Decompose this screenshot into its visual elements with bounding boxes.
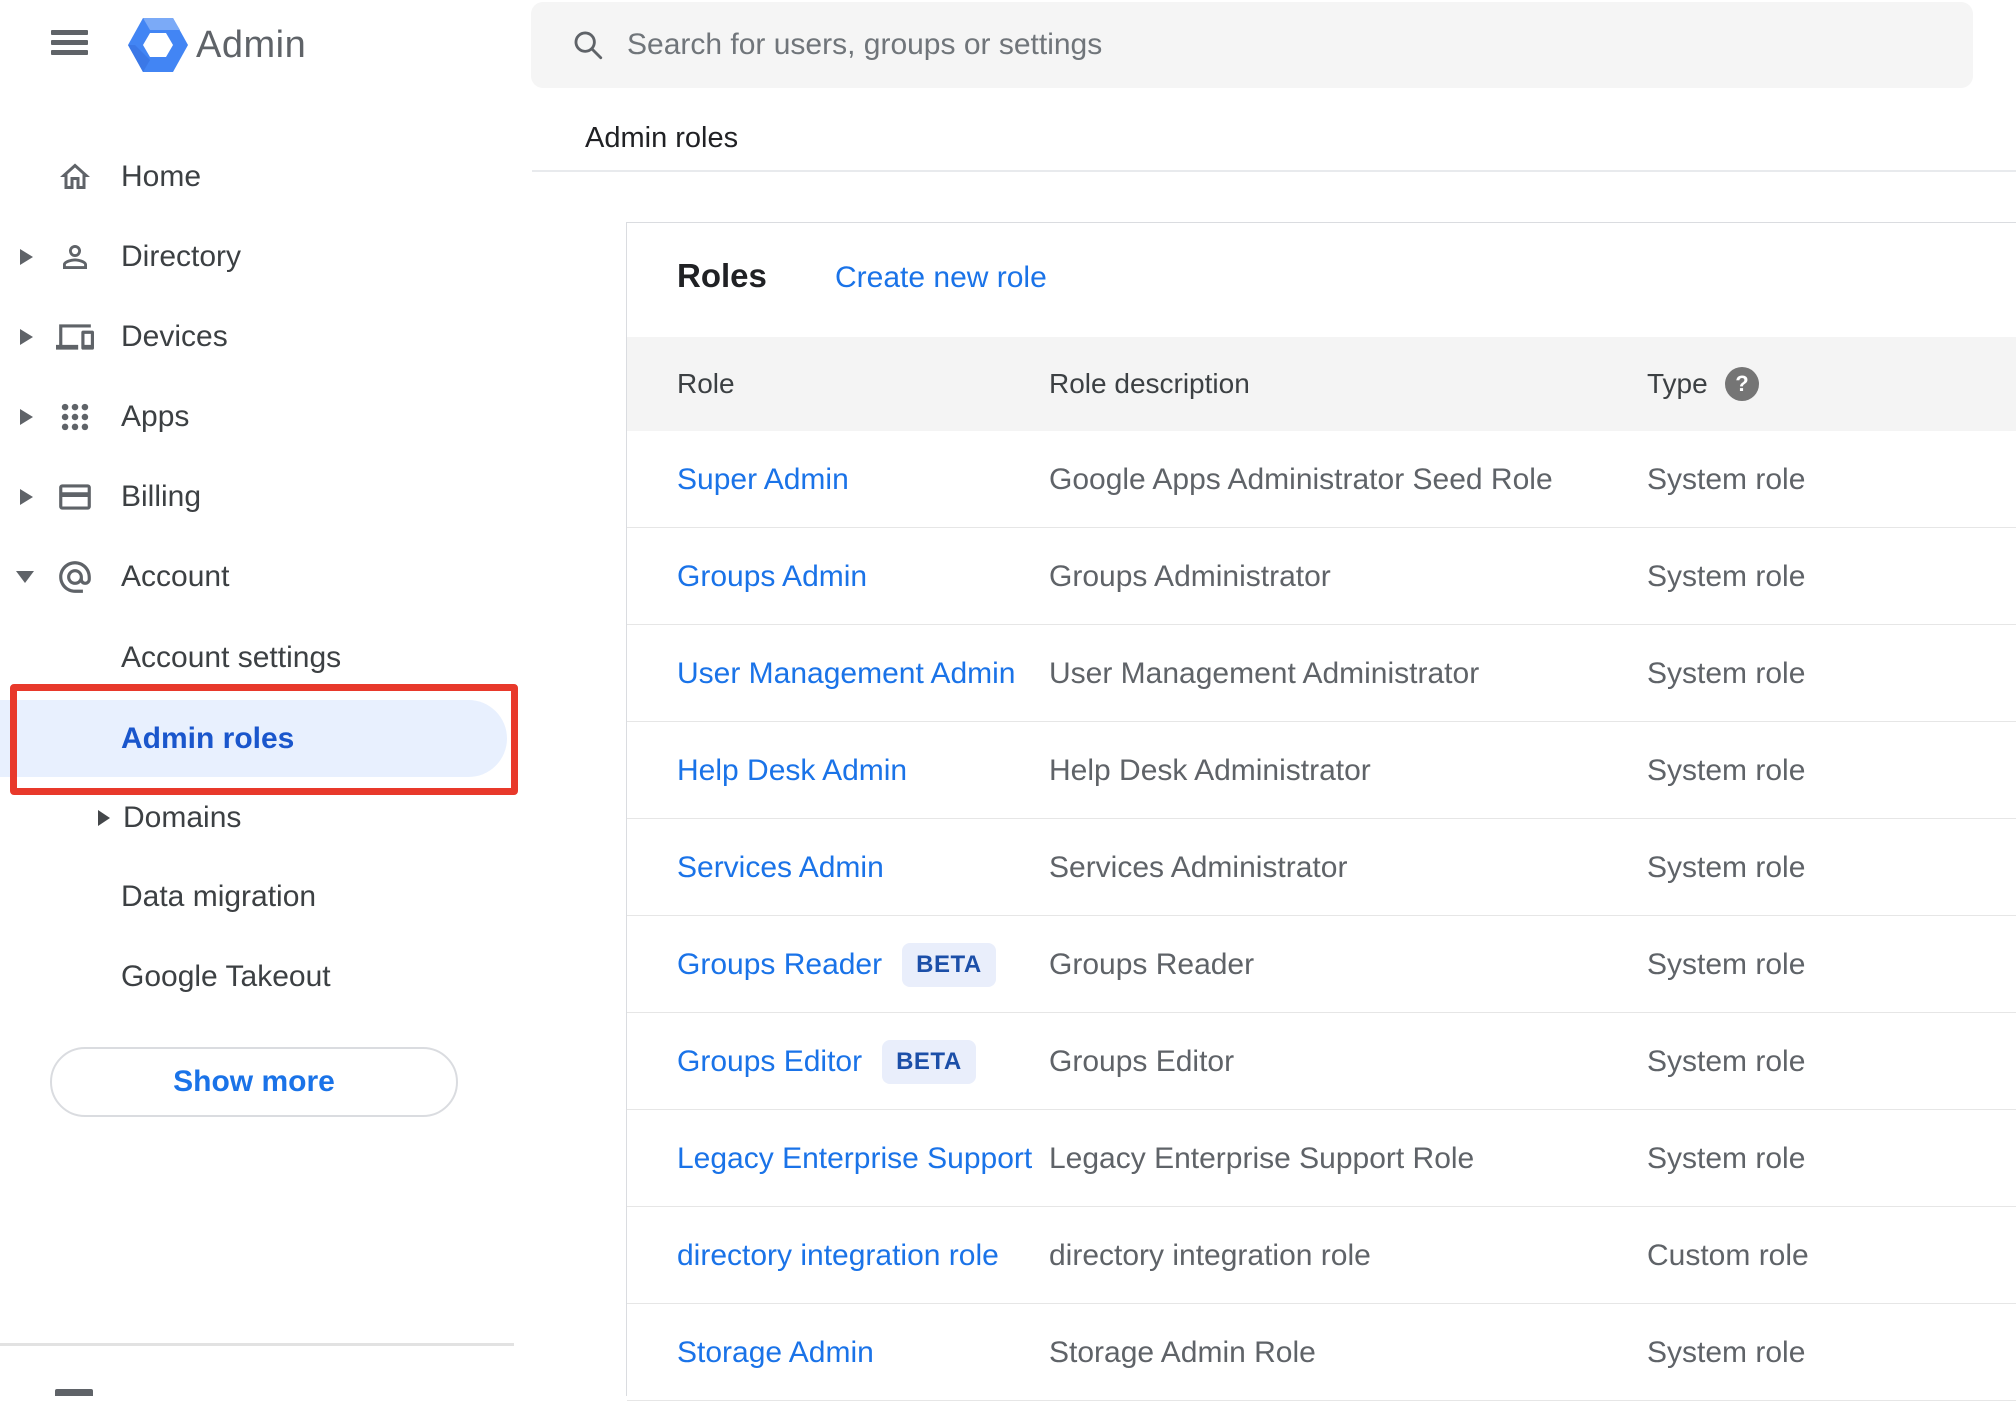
sidebar-divider [0, 1343, 514, 1346]
table-row: Groups Reader BETA Groups Reader System … [627, 916, 2016, 1013]
menu-hamburger-icon[interactable] [51, 30, 88, 55]
sidebar-item-admin-roles[interactable]: Admin roles [0, 700, 507, 777]
role-type: System role [1647, 947, 1806, 981]
expand-right-icon[interactable] [20, 329, 33, 345]
show-more-button[interactable]: Show more [50, 1047, 458, 1117]
search-icon [574, 31, 603, 60]
table-row: Groups Admin Groups Administrator System… [627, 528, 2016, 625]
search-bar[interactable] [531, 2, 1973, 88]
sidebar-item-data-migration[interactable]: Data migration [0, 857, 514, 937]
role-description: Storage Admin Role [1049, 1335, 1316, 1369]
role-type: Custom role [1647, 1238, 1809, 1272]
header-divider [532, 170, 2016, 172]
role-link[interactable]: directory integration role [677, 1239, 999, 1273]
sidebar-item-domains[interactable]: Domains [0, 778, 514, 858]
sidebar-item-directory[interactable]: Directory [0, 217, 514, 297]
expand-right-icon[interactable] [98, 810, 110, 826]
role-description: Services Administrator [1049, 850, 1348, 884]
role-type: System role [1647, 559, 1806, 593]
table-row: directory integration role directory int… [627, 1207, 2016, 1304]
expand-right-icon[interactable] [20, 489, 33, 505]
column-type: Type [1647, 368, 1708, 399]
devices-icon [56, 318, 94, 356]
table-row: Help Desk Admin Help Desk Administrator … [627, 722, 2016, 819]
role-description: User Management Administrator [1049, 656, 1480, 690]
role-link[interactable]: Storage Admin [677, 1336, 874, 1370]
roles-title: Roles [677, 257, 767, 294]
sidebar-item-home[interactable]: Home [0, 137, 514, 217]
sidebar-item-google-takeout[interactable]: Google Takeout [0, 937, 514, 1017]
role-type: System role [1647, 656, 1806, 690]
role-link[interactable]: Legacy Enterprise Support [677, 1142, 1032, 1176]
partial-sidebar-icon [55, 1389, 93, 1396]
table-row: Groups Editor BETA Groups Editor System … [627, 1013, 2016, 1110]
role-type: System role [1647, 1141, 1806, 1175]
table-row: Legacy Enterprise Support Legacy Enterpr… [627, 1110, 2016, 1207]
create-new-role-link[interactable]: Create new role [835, 261, 1047, 295]
role-link[interactable]: Help Desk Admin [677, 754, 907, 788]
role-description: Groups Reader [1049, 947, 1255, 981]
at-sign-icon [56, 558, 94, 596]
apps-grid-icon [56, 398, 94, 436]
expand-down-icon[interactable] [16, 571, 34, 583]
roles-card: Roles Create new role Role Role descript… [626, 222, 2016, 1401]
table-row: Services Admin Services Administrator Sy… [627, 819, 2016, 916]
expand-right-icon[interactable] [20, 409, 33, 425]
breadcrumb: Admin roles [585, 122, 739, 154]
role-type: System role [1647, 753, 1806, 787]
roles-table-body: Super Admin Google Apps Administrator Se… [627, 431, 2016, 1401]
role-description: Google Apps Administrator Seed Role [1049, 462, 1553, 496]
table-row: User Management Admin User Management Ad… [627, 625, 2016, 722]
role-description: Groups Editor [1049, 1044, 1235, 1078]
role-description: Groups Administrator [1049, 559, 1331, 593]
search-input[interactable] [627, 28, 1827, 62]
person-icon [56, 238, 94, 276]
role-description: Legacy Enterprise Support Role [1049, 1141, 1475, 1175]
role-type: System role [1647, 462, 1806, 496]
role-link[interactable]: Services Admin [677, 851, 884, 885]
table-row: Super Admin Google Apps Administrator Se… [627, 431, 2016, 528]
help-icon[interactable]: ? [1725, 367, 1759, 401]
table-row: Storage Admin Storage Admin Role System … [627, 1304, 2016, 1401]
role-link[interactable]: Groups Editor [677, 1045, 862, 1079]
admin-logo-icon [128, 18, 188, 72]
sidebar-item-apps[interactable]: Apps [0, 377, 514, 457]
sidebar-item-billing[interactable]: Billing [0, 457, 514, 537]
home-icon [56, 158, 94, 196]
role-type: System role [1647, 1335, 1806, 1369]
sidebar-item-account-settings[interactable]: Account settings [0, 618, 514, 698]
sidebar-item-account[interactable]: Account [0, 537, 514, 617]
expand-right-icon[interactable] [20, 249, 33, 265]
column-role-description: Role description [1049, 368, 1250, 399]
role-type: System role [1647, 1044, 1806, 1078]
role-link[interactable]: Groups Admin [677, 560, 867, 594]
credit-card-icon [56, 478, 94, 516]
beta-badge: BETA [882, 1039, 976, 1084]
beta-badge: BETA [902, 942, 996, 987]
role-description: directory integration role [1049, 1238, 1371, 1272]
role-link[interactable]: User Management Admin [677, 657, 1016, 691]
role-link[interactable]: Groups Reader [677, 948, 882, 982]
app-title: Admin [196, 24, 307, 66]
sidebar-item-devices[interactable]: Devices [0, 297, 514, 377]
role-description: Help Desk Administrator [1049, 753, 1371, 787]
table-header: Role Role description Type ? [627, 337, 2016, 431]
role-type: System role [1647, 850, 1806, 884]
column-role: Role [677, 368, 735, 399]
role-link[interactable]: Super Admin [677, 463, 849, 497]
